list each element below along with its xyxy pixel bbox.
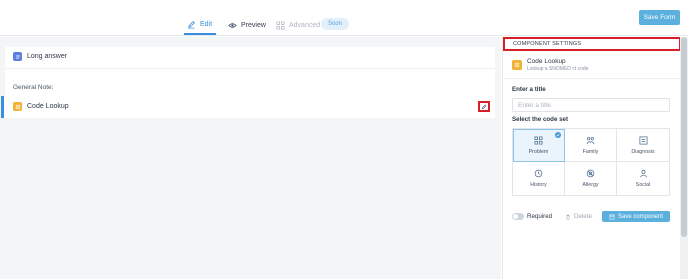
code-set-allergy[interactable]: Allergy [565, 162, 617, 195]
code-set-label-diagnosis: Diagnosis [631, 148, 655, 155]
required-label: Required [527, 213, 553, 220]
tab-edit-label: Edit [200, 20, 213, 28]
tab-edit[interactable]: Edit [184, 15, 216, 35]
code-set-label-social: Social [635, 182, 651, 188]
code-set-label-allergy: Allergy [582, 182, 599, 188]
long-answer-title: Long answer [27, 53, 68, 60]
scrollbar[interactable] [680, 37, 688, 279]
chart-icon [639, 136, 647, 144]
code-set-family[interactable]: Family [565, 129, 617, 162]
soon-badge: Soon [321, 18, 350, 30]
code-lookup-icon [13, 102, 22, 111]
general-note-label: General Note: [13, 84, 54, 91]
component-settings-panel: COMPONENT SETTINGS Code Lookup Lookup a … [502, 37, 681, 279]
code-set-label-problem: Problem [528, 148, 549, 155]
component-name: Code Lookup [527, 58, 566, 65]
card-divider [5, 68, 495, 69]
code-lookup-icon [512, 60, 522, 70]
edit-component-button[interactable] [478, 101, 490, 112]
eye-icon [228, 22, 237, 28]
pencil-icon [188, 20, 195, 28]
component-info: Code Lookup Lookup a SNOMED ct code [527, 58, 588, 73]
code-set-history[interactable]: History [513, 162, 565, 195]
title-input[interactable]: Enter a title [512, 98, 670, 112]
social-icon [639, 169, 647, 178]
code-set-label-family: Family [582, 148, 599, 155]
clock-icon [534, 169, 543, 178]
code-set-label-history: History [530, 182, 547, 188]
tab-preview-label: Preview [241, 21, 266, 29]
code-lookup-title: Code Lookup [27, 103, 69, 110]
component-header: Code Lookup Lookup a SNOMED ct code [512, 58, 588, 73]
long-answer-header: Long answer [13, 52, 67, 61]
trash-icon [566, 214, 570, 220]
code-lookup-card[interactable]: Code Lookup [1, 96, 495, 118]
delete-label: Delete [574, 213, 592, 220]
scroll-thumb[interactable] [681, 37, 687, 237]
long-answer-card[interactable]: Long answer General Note: [5, 47, 495, 103]
allergy-icon [586, 169, 595, 178]
save-form-button[interactable]: Save Form [639, 10, 680, 25]
grid-icon [276, 21, 285, 29]
check-icon [555, 132, 561, 138]
panel-title: COMPONENT SETTINGS [503, 37, 681, 51]
tab-advanced[interactable]: Advanced [276, 15, 320, 35]
save-icon [609, 214, 615, 219]
code-set-problem[interactable]: Problem [513, 129, 565, 162]
code-set-social[interactable]: Social [617, 162, 669, 195]
code-lookup-header: Code Lookup [13, 102, 69, 111]
panel-footer: Required Delete Save component [512, 211, 672, 223]
panel-divider [503, 78, 681, 79]
code-set-label: Select the code set [512, 116, 569, 123]
enter-title-label: Enter a title [512, 86, 546, 93]
save-component-label: Save component [617, 213, 664, 220]
pencil-icon [481, 104, 487, 109]
component-description: Lookup a SNOMED ct code [527, 66, 589, 72]
save-component-button[interactable]: Save component [602, 211, 670, 222]
text-lines-icon [13, 52, 22, 61]
tab-advanced-label: Advanced [289, 21, 321, 29]
delete-button[interactable]: Delete [565, 213, 592, 220]
tab-preview[interactable]: Preview [228, 15, 266, 35]
grid-icon [534, 136, 543, 144]
code-set-grid: Problem Family Diagnosis History Allergy… [512, 128, 670, 196]
form-canvas: Long answer General Note: Code Lookup [0, 37, 501, 279]
family-icon [586, 136, 595, 144]
top-bar: Edit Preview Advanced Soon Save Form [0, 0, 688, 36]
code-set-diagnosis[interactable]: Diagnosis [617, 129, 669, 162]
required-toggle[interactable] [512, 213, 524, 220]
